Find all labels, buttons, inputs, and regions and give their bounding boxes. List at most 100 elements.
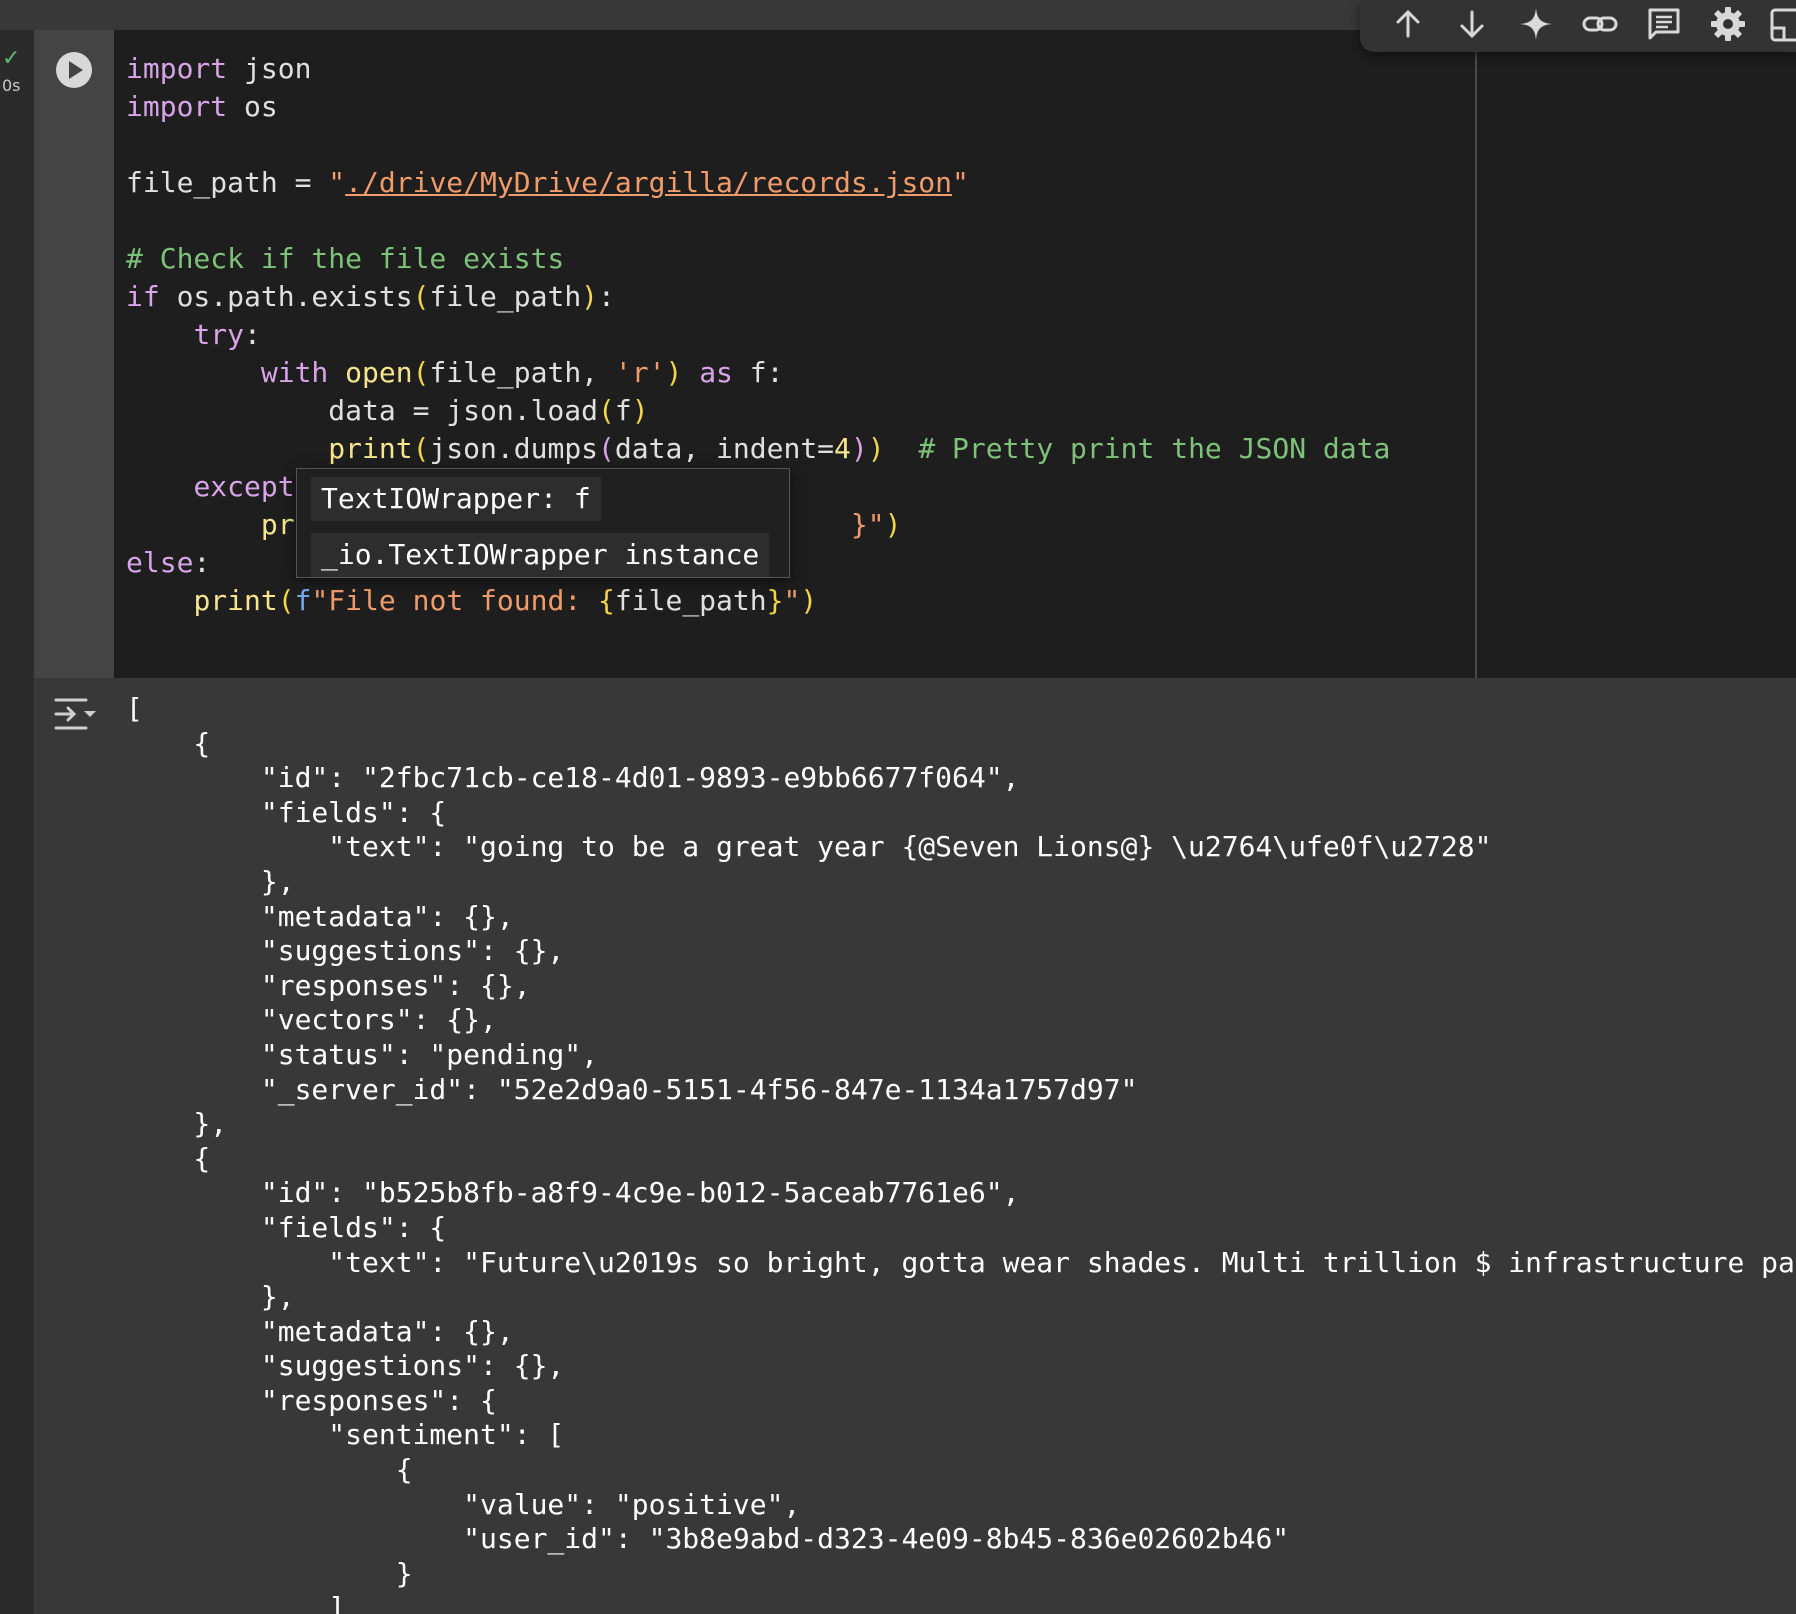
link-icon[interactable]: [1578, 2, 1622, 46]
code-line: print(f"File not found: {file_path}"): [126, 582, 1390, 620]
code-line: file_path = "./drive/MyDrive/argilla/rec…: [126, 164, 1390, 202]
code-token: }: [766, 584, 784, 617]
code-token: f:: [732, 356, 784, 389]
output-line: "responses": {: [126, 1383, 497, 1417]
notebook-view: ✓ 0s import json import os file_path = ".…: [0, 0, 1796, 1614]
arrow-up-icon[interactable]: [1386, 2, 1430, 46]
code-line: try:: [126, 316, 1390, 354]
cell-toolbar: [1360, 0, 1796, 52]
output-line: "sentiment": [: [126, 1418, 565, 1452]
code-token: {: [598, 584, 615, 617]
code-token: ": [783, 584, 801, 617]
output-line: "id": "b525b8fb-a8f9-4c9e-b012-5aceab776…: [126, 1176, 1020, 1210]
code-line: data = json.load(f): [126, 392, 1390, 430]
arrow-down-icon[interactable]: [1450, 2, 1494, 46]
code-token: file_path: [429, 280, 582, 313]
code-token: ): [850, 432, 868, 465]
output-line: "metadata": {},: [126, 1314, 514, 1348]
output-line: },: [126, 1280, 295, 1314]
code-line: # Check if the file exists: [126, 240, 1390, 278]
editor-ruler: [1475, 30, 1477, 678]
code-token: file_path =: [126, 166, 329, 199]
output-line: "fields": {: [126, 795, 447, 829]
output-line: "_server_id": "52e2d9a0-5151-4f56-847e-1…: [126, 1072, 1138, 1106]
code-token: with: [260, 356, 329, 389]
tooltip-type: TextIOWrapper: f: [311, 477, 601, 521]
mirror-cell-icon[interactable]: [1764, 2, 1796, 46]
code-token: pr: [260, 508, 295, 541]
code-token: as: [699, 356, 733, 389]
code-token: json: [227, 52, 312, 85]
code-token: except: [193, 470, 295, 503]
code-token: :: [244, 318, 261, 351]
code-token: (: [598, 432, 615, 465]
code-token: (: [598, 394, 615, 427]
output-line: "fields": {: [126, 1210, 447, 1244]
output-line: }: [126, 1556, 413, 1590]
sparkle-icon[interactable]: [1514, 2, 1558, 46]
code-token: file_path,: [429, 356, 615, 389]
code-token: # Pretty print the JSON data: [918, 432, 1391, 465]
output-line: "suggestions": {},: [126, 934, 565, 968]
code-token: 'r': [614, 356, 666, 389]
code-line: with open(file_path, 'r') as f:: [126, 354, 1390, 392]
output-line: [: [126, 692, 143, 725]
code-token: data, indent=: [614, 432, 835, 465]
code-token: open: [345, 356, 413, 389]
code-token: :: [598, 280, 615, 313]
output-line: "suggestions": {},: [126, 1349, 565, 1383]
output-line: },: [126, 864, 295, 898]
output-line: "value": "positive",: [126, 1487, 801, 1521]
output-line: {: [126, 1141, 211, 1175]
code-line: import json: [126, 50, 1390, 88]
output-line: "text": "going to be a great year {@Seve…: [126, 830, 1492, 864]
output-line: {: [126, 726, 211, 760]
cell-output: [ { "id": "2fbc71cb-ce18-4d01-9893-e9bb6…: [126, 692, 1795, 1614]
tooltip-description: _io.TextIOWrapper instance: [311, 533, 770, 577]
output-line: "responses": {},: [126, 968, 531, 1002]
code-token: print: [328, 432, 413, 465]
output-collapse-icon[interactable]: [52, 694, 100, 734]
code-token: ): [867, 432, 885, 465]
gear-icon[interactable]: [1706, 2, 1750, 46]
output-line: },: [126, 1107, 228, 1141]
comment-icon[interactable]: [1642, 2, 1686, 46]
output-line: "user_id": "3b8e9abd-d323-4e09-8b45-836e…: [126, 1522, 1290, 1556]
code-token: os: [227, 90, 278, 123]
play-circle-icon: [56, 52, 92, 88]
code-token: ": [952, 166, 969, 199]
output-line: "status": "pending",: [126, 1037, 599, 1071]
code-token: (: [412, 280, 430, 313]
code-token: "File not found:: [311, 584, 599, 617]
output-line: "vectors": {},: [126, 1003, 497, 1037]
code-token: (: [277, 584, 295, 617]
hover-tooltip: TextIOWrapper: f _io.TextIOWrapper insta…: [296, 468, 790, 578]
code-token: f: [614, 394, 632, 427]
code-token: ): [631, 394, 649, 427]
code-token: try: [193, 318, 245, 351]
output-line: ]: [126, 1591, 346, 1614]
code-token: os.path.exists: [159, 280, 413, 313]
check-icon: ✓: [2, 46, 21, 71]
code-line: print(json.dumps(data, indent=4)) # Pret…: [126, 430, 1390, 468]
code-token: if: [126, 280, 160, 313]
run-cell-button[interactable]: [54, 50, 94, 90]
output-line: "id": "2fbc71cb-ce18-4d01-9893-e9bb6677f…: [126, 761, 1020, 795]
code-token: import: [126, 52, 228, 85]
code-line: if os.path.exists(file_path):: [126, 278, 1390, 316]
code-token: file_path: [614, 584, 767, 617]
code-token: json.dumps: [429, 432, 599, 465]
code-token: print: [193, 584, 278, 617]
code-line: import os: [126, 88, 1390, 126]
code-token: ": [328, 166, 346, 199]
